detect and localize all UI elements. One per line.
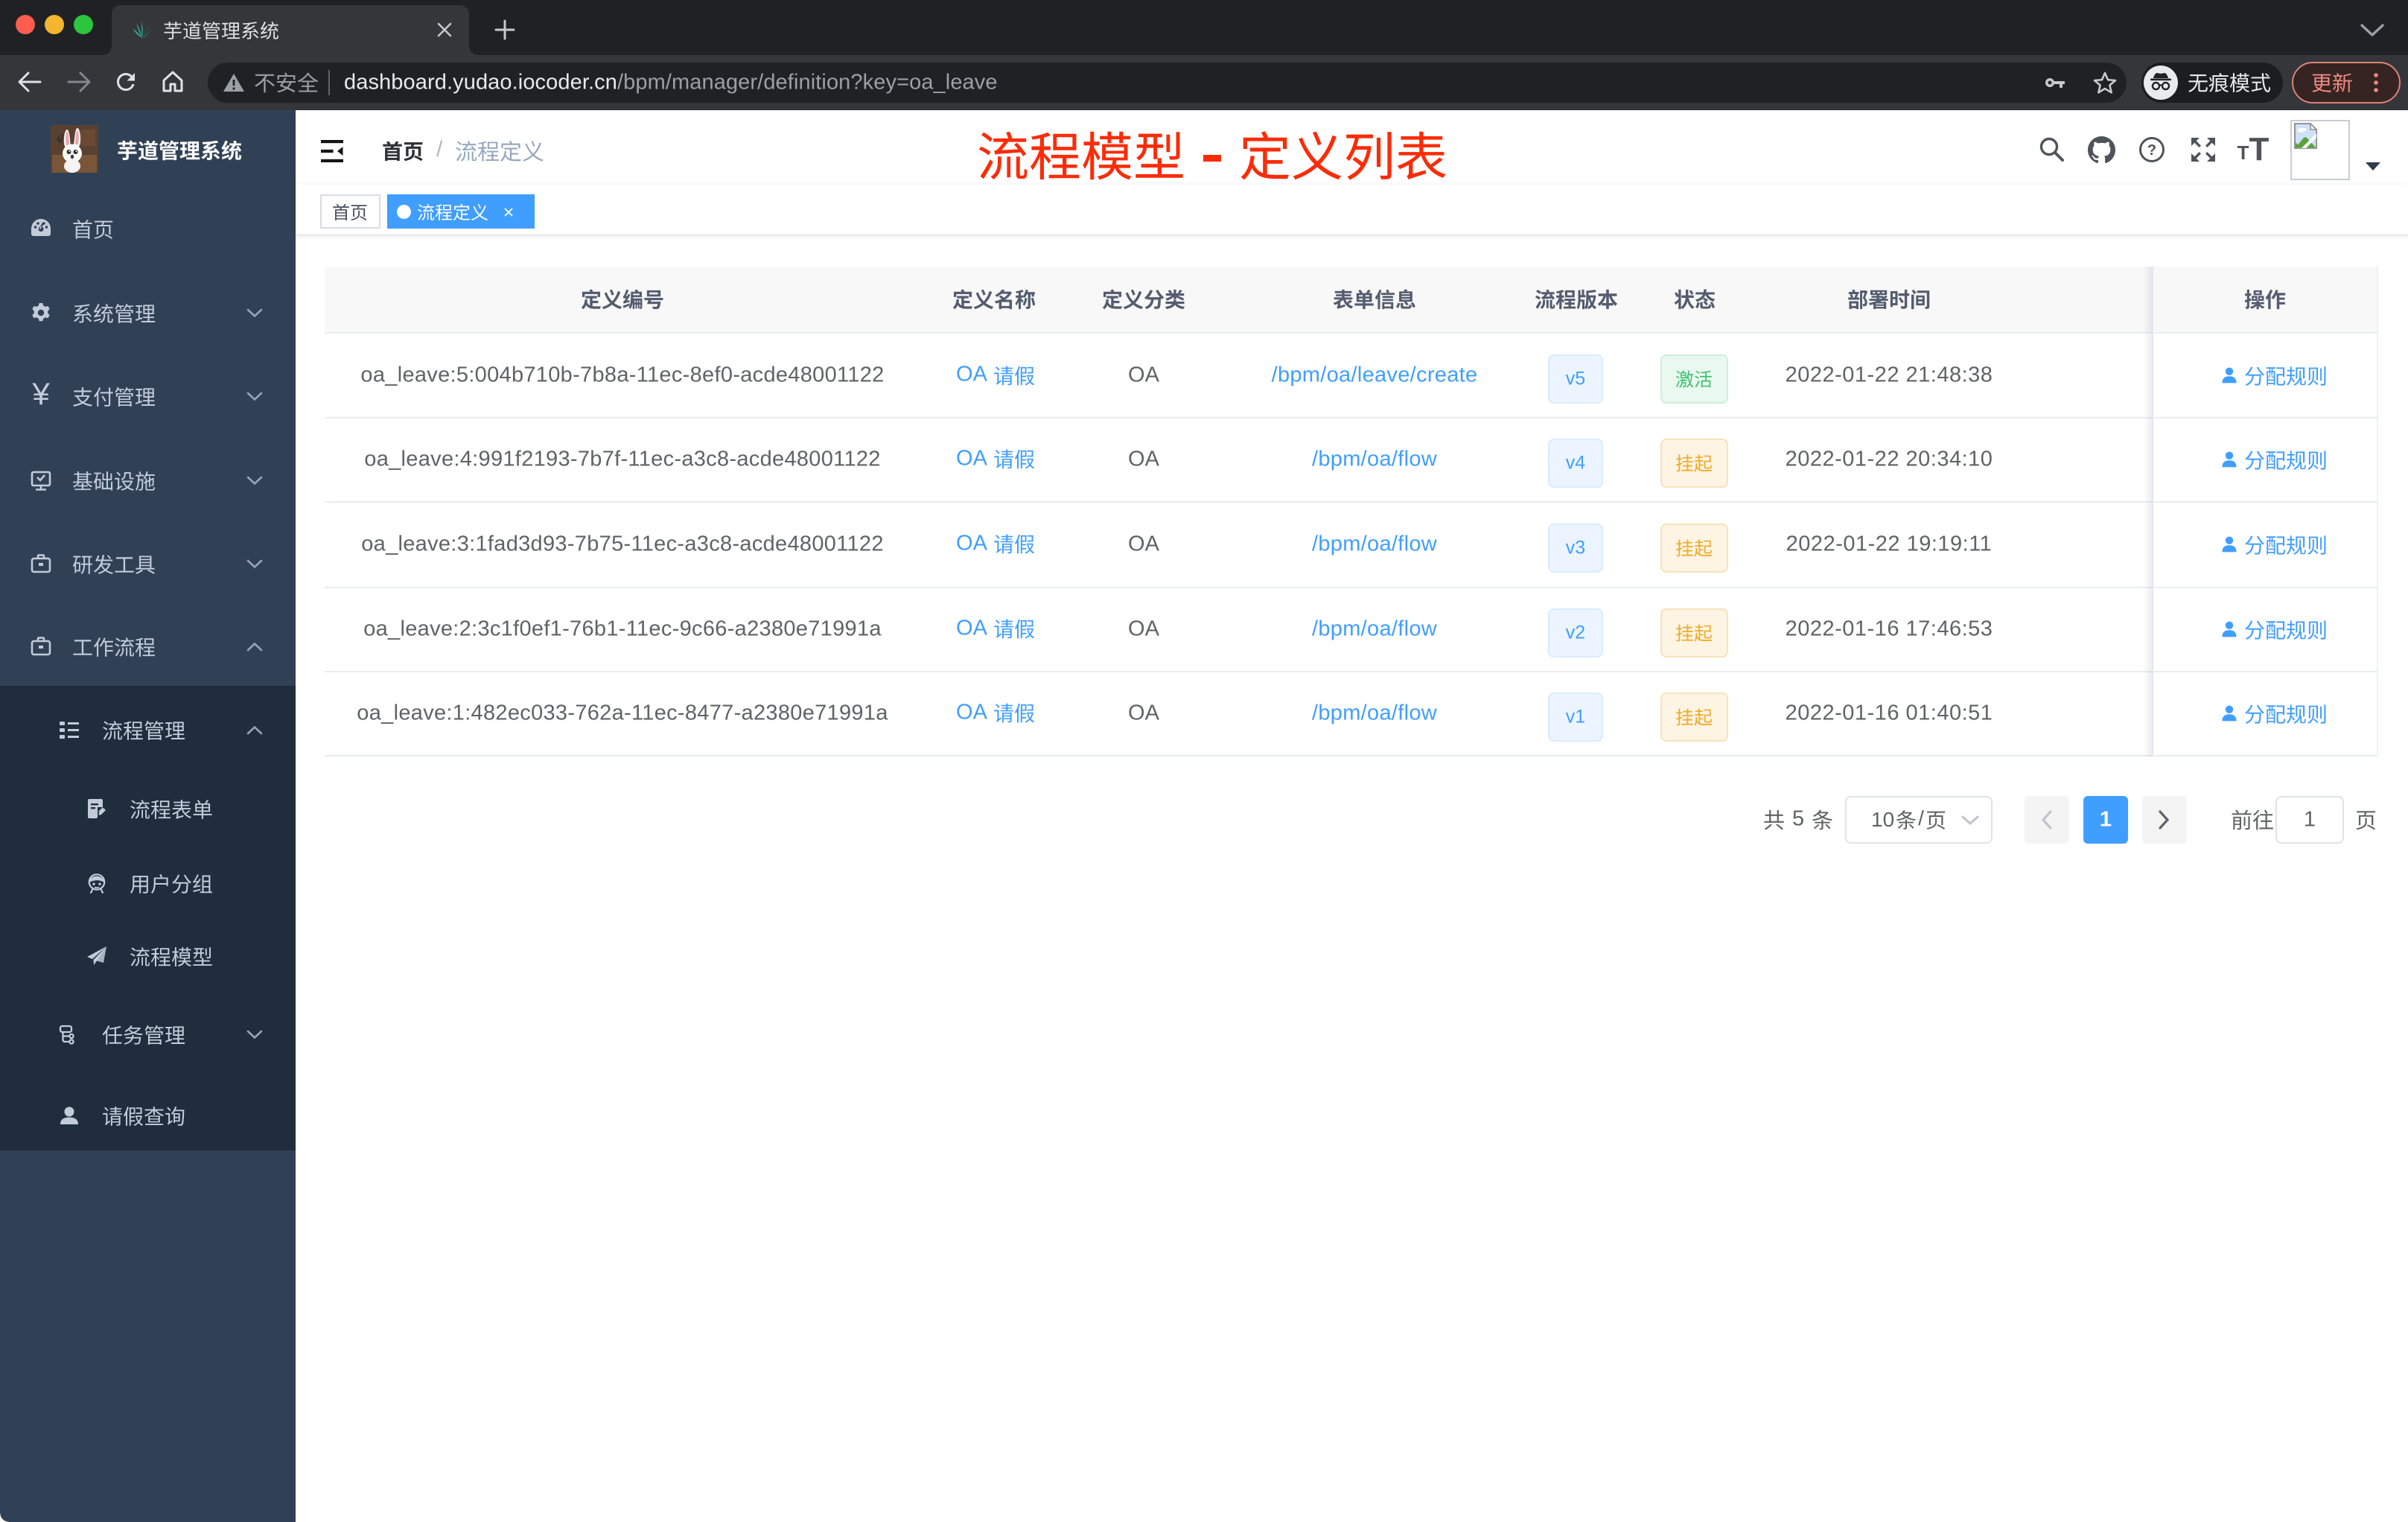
svg-text:?: ? [2147,142,2156,159]
svg-text:¥: ¥ [31,376,50,411]
